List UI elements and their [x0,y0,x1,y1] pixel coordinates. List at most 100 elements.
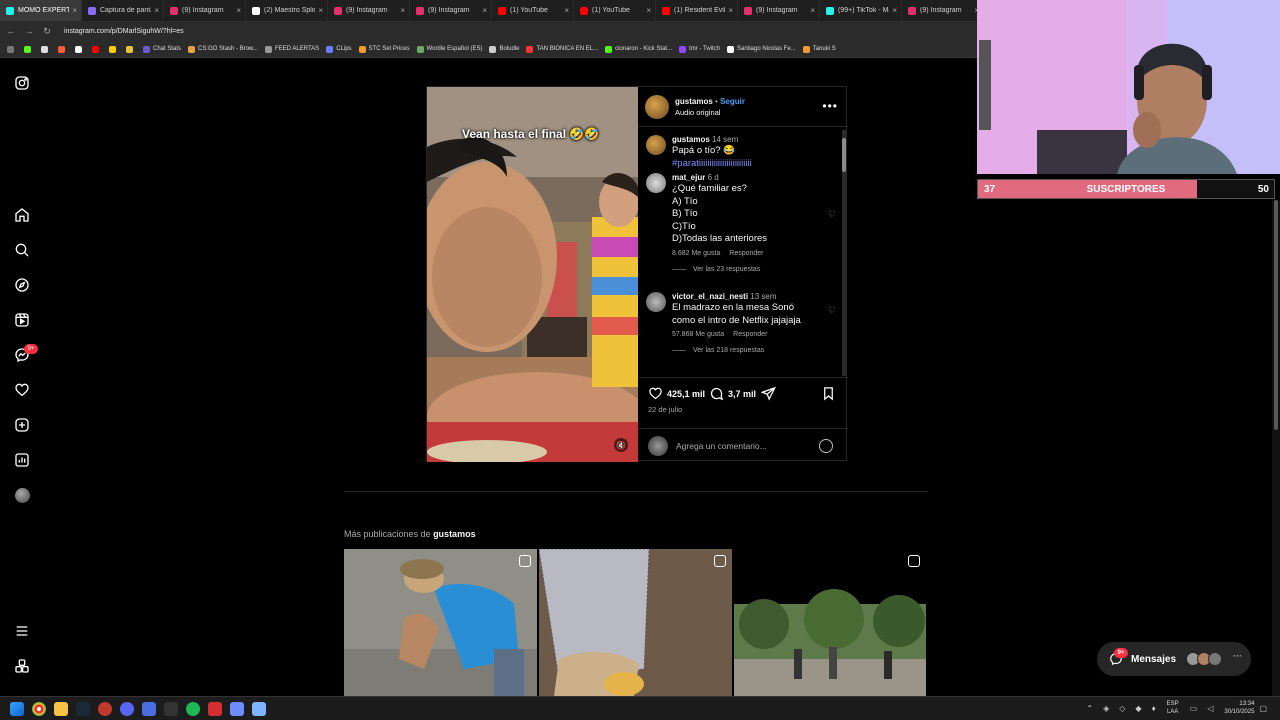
page-scrollbar[interactable] [1272,200,1280,696]
more-post-thumbnail[interactable] [344,549,537,696]
comment-input[interactable] [676,440,816,451]
app-icon[interactable] [230,702,244,716]
home-icon[interactable] [13,206,31,224]
post-video[interactable]: Vean hasta el final 🤣🤣 🔇 [427,87,638,462]
browser-tab[interactable]: (1) YouTube × [492,0,574,21]
bookmark-icon[interactable] [75,45,85,53]
language-indicator[interactable]: ESP LAA [1167,700,1179,716]
browser-tab[interactable]: (9) Instagram× [164,0,246,21]
tray-app-icon[interactable]: ◆ [1135,704,1141,713]
app-icon[interactable] [142,702,156,716]
browser-tab[interactable]: (9) Instagram× [410,0,492,21]
comment-username[interactable]: mat_ejur [672,173,705,182]
bookmark-item[interactable]: Tanuki S [802,45,836,53]
profile-avatar-icon[interactable] [13,486,31,504]
tab-close-icon[interactable]: × [154,6,159,15]
search-icon[interactable] [13,241,31,259]
emoji-icon[interactable] [819,438,833,453]
tab-close-icon[interactable]: × [318,6,323,15]
tray-app-icon[interactable]: ◈ [1103,704,1109,713]
tab-close-icon[interactable]: × [236,6,241,15]
bookmark-icon[interactable] [58,45,68,53]
view-replies-button[interactable]: Ver las 23 respuestas [672,266,822,273]
forward-icon[interactable]: → [22,26,36,36]
browser-tab[interactable]: Captura de panta × [82,0,164,21]
bookmark-item[interactable]: TAN BIONICA EN EL... [526,45,598,53]
author-username[interactable]: gustamos [675,97,713,106]
browser-tab[interactable]: (9) Instagram× [738,0,820,21]
comment-likes[interactable]: 57.868 Me gusta [672,331,724,338]
file-explorer-icon[interactable] [54,702,68,716]
like-button[interactable]: 425,1 mil [648,386,705,401]
share-button[interactable] [761,386,780,401]
more-options-icon[interactable]: ••• [822,99,838,113]
app-icon[interactable] [252,702,266,716]
comments-scrollbar[interactable] [842,130,846,376]
network-icon[interactable]: ▭ [1190,704,1198,713]
comment-like-icon[interactable]: ♡ [828,305,836,316]
bookmark-item[interactable]: FEED ALERTAS [265,45,319,53]
bookmark-item[interactable]: CLips [326,45,352,53]
reply-button[interactable]: Responder [729,250,763,257]
threads-apps-icon[interactable] [13,657,31,675]
browser-tab[interactable]: (9) Instagram× [902,0,977,21]
tab-close-icon[interactable]: × [646,6,651,15]
spotify-icon[interactable] [186,702,200,716]
youtube-icon[interactable] [92,45,102,53]
commenter-avatar[interactable] [646,135,666,155]
microphone-icon[interactable]: ♦ [1152,704,1156,713]
comment-likes[interactable]: 8.682 Me gusta [672,250,720,257]
browser-tab[interactable]: MOMO EXPERTO× [0,0,82,21]
follow-button[interactable]: Seguir [720,97,745,106]
menu-icon[interactable] [13,622,31,640]
comment-username[interactable]: victor_el_nazi_nesti [672,292,748,301]
app-icon[interactable] [208,702,222,716]
chevron-up-icon[interactable]: ⌃ [1086,704,1093,713]
bookmark-item[interactable]: Santiago Nicolas Fe... [726,45,796,53]
volume-icon[interactable]: ◁ [1207,704,1213,713]
audio-label[interactable]: Audio original [675,107,745,118]
browser-tab[interactable]: (99+) TikTok - Ma × [820,0,902,21]
tab-close-icon[interactable]: × [400,6,405,15]
app-icon[interactable] [98,702,112,716]
commenter-avatar[interactable] [646,292,666,312]
bookmark-icon[interactable] [126,45,136,53]
bookmark-item[interactable]: Boludle [489,45,519,53]
steam-icon[interactable] [76,702,90,716]
tray-app-icon[interactable]: ◇ [1119,704,1125,713]
chrome-icon[interactable] [32,702,46,716]
dashboard-icon[interactable] [13,451,31,469]
instagram-logo-icon[interactable] [13,74,31,92]
tab-close-icon[interactable]: × [482,6,487,15]
more-post-thumbnail[interactable] [539,549,732,696]
notifications-icon[interactable]: ▢ [1259,704,1267,713]
browser-tab[interactable]: (2) Maestro Splin × [246,0,328,21]
reels-icon[interactable] [13,311,31,329]
reload-icon[interactable]: ↻ [40,26,54,37]
hashtag-link[interactable]: #paratiiiiiiiiiiiiiiiiiiiiiiiii [672,158,752,169]
bookmark-item[interactable]: cionaron - Kick Stat... [605,45,672,53]
view-replies-button[interactable]: Ver las 218 respuestas [672,347,822,354]
bookmark-item[interactable]: STC Set Prices [358,45,410,53]
tab-close-icon[interactable]: × [728,6,733,15]
tab-close-icon[interactable]: × [564,6,569,15]
messages-button[interactable]: Mensajes 9+ ··· [1097,642,1251,676]
browser-tab[interactable]: (1) Resident Evil × [656,0,738,21]
browser-tab[interactable]: (1) YouTube × [574,0,656,21]
start-icon[interactable] [10,702,24,716]
tab-close-icon[interactable]: × [810,6,815,15]
notifications-heart-icon[interactable] [13,381,31,399]
reply-button[interactable]: Responder [733,331,767,338]
create-icon[interactable] [13,416,31,434]
bookmark-icon[interactable] [109,45,119,53]
comment-username[interactable]: gustamos [672,135,710,144]
bookmark-item[interactable]: Wordle Español (ES) [416,45,482,53]
bookmark-item[interactable]: CS:GO Stash - Brow... [188,45,258,53]
more-post-thumbnail[interactable] [734,549,926,696]
explore-icon[interactable] [13,276,31,294]
comment-button[interactable]: 3,7 mil [709,386,756,401]
discord-icon[interactable] [120,702,134,716]
app-icon[interactable] [164,702,178,716]
tab-close-icon[interactable]: × [892,6,897,15]
clock[interactable]: 13:34 30/10/2025 [1224,700,1254,716]
